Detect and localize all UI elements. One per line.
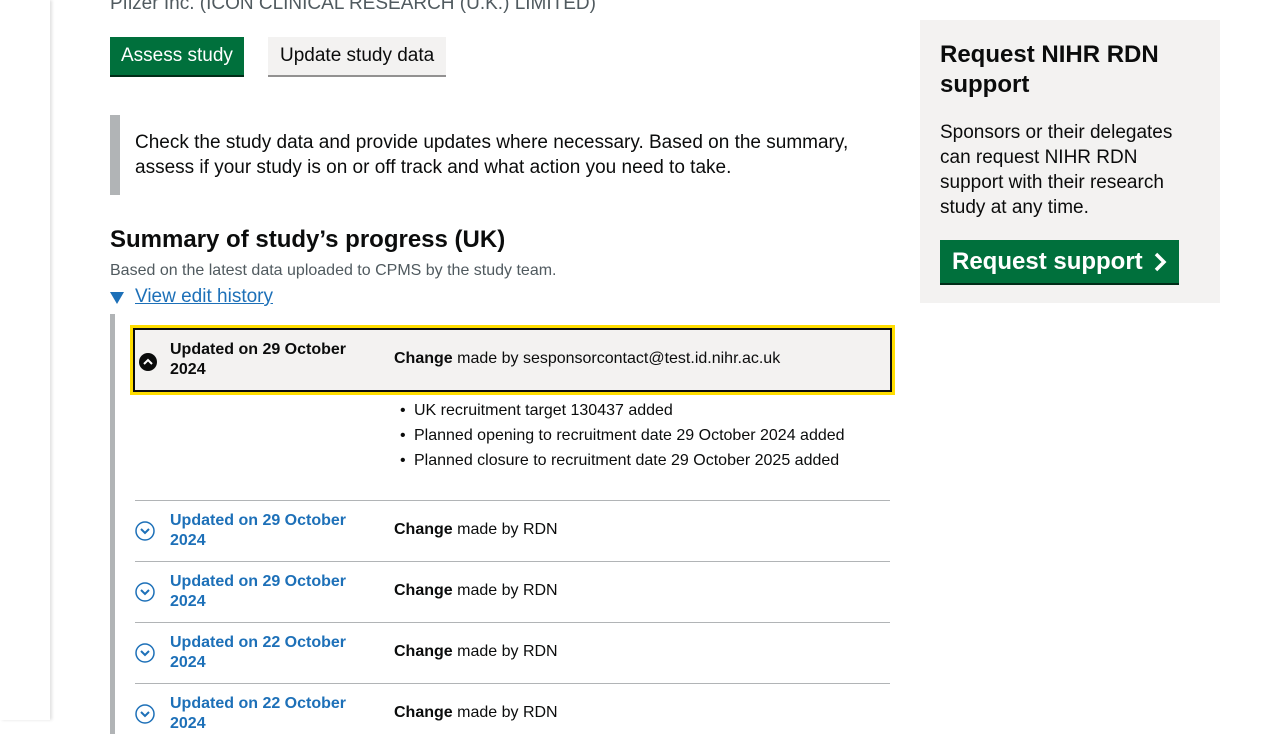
change-label: Change [394, 582, 453, 599]
history-entry-date[interactable]: Updated on 22 October 2024 [170, 694, 370, 734]
change-item: Planned closure to recruitment date 29 O… [400, 448, 845, 473]
change-label: Change [394, 521, 453, 538]
history-entry-change: Change made by RDN [394, 704, 558, 722]
view-edit-history-toggle[interactable]: View edit history [110, 286, 273, 308]
history-entry-change: Change made by RDN [394, 521, 558, 539]
history-entry[interactable]: Updated on 29 October 2024 Change made b… [135, 500, 890, 562]
changes-list: UK recruitment target 130437 added Plann… [400, 398, 845, 473]
history-entry-date[interactable]: Updated on 29 October 2024 [170, 572, 370, 612]
change-made-by: made by sesponsorcontact@test.id.nihr.ac… [457, 350, 781, 367]
change-made-by: made by RDN [457, 521, 558, 538]
chevron-down-circle-icon [135, 582, 155, 602]
chevron-up-circle-icon [139, 353, 157, 371]
chevron-right-icon [1154, 252, 1167, 271]
change-made-by: made by RDN [457, 582, 558, 599]
history-entry-date[interactable]: Updated on 29 October 2024 [170, 511, 370, 551]
panel-body: Sponsors or their delegates can request … [940, 122, 1173, 218]
chevron-down-circle-icon [135, 643, 155, 663]
history-entry-change: Change made by RDN [394, 643, 558, 661]
panel-title: Request NIHR RDN support [940, 41, 1159, 98]
change-item: UK recruitment target 130437 added [400, 398, 845, 423]
inset-text: Check the study data and provide updates… [110, 115, 860, 195]
change-made-by: made by RDN [457, 643, 558, 660]
update-study-data-button[interactable]: Update study data [268, 37, 447, 75]
change-label: Change [394, 704, 453, 721]
change-item: Planned opening to recruitment date 29 O… [400, 423, 845, 448]
history-entry-open[interactable]: Updated on 29 October 2024 Change made b… [130, 325, 895, 395]
history-entry-change: Change made by sesponsorcontact@test.id.… [394, 350, 780, 368]
history-entry[interactable]: Updated on 29 October 2024 Change made b… [135, 561, 890, 623]
history-border [110, 314, 115, 734]
view-edit-history-link[interactable]: View edit history [135, 286, 273, 308]
assess-study-button[interactable]: Assess study [110, 37, 244, 75]
triangle-down-icon [110, 292, 124, 304]
history-entry-date: Updated on 29 October 2024 [170, 341, 347, 378]
request-support-panel: Request NIHR RDN support Sponsors or the… [920, 20, 1220, 303]
summary-hint: Based on the latest data uploaded to CPM… [110, 262, 557, 279]
chevron-down-circle-icon [135, 521, 155, 541]
history-entry-date[interactable]: Updated on 22 October 2024 [170, 633, 370, 673]
chevron-down-circle-icon [135, 704, 155, 724]
sponsor-line: Pfizer Inc. (ICON CLINICAL RESEARCH (U.K… [110, 0, 596, 14]
request-support-button[interactable]: Request support [940, 240, 1179, 283]
change-made-by: made by RDN [457, 704, 558, 721]
side-border [0, 0, 50, 720]
request-support-label: Request support [952, 247, 1143, 275]
change-label: Change [394, 350, 453, 367]
change-label: Change [394, 643, 453, 660]
history-entry[interactable]: Updated on 22 October 2024 Change made b… [135, 622, 890, 684]
history-entry[interactable]: Updated on 22 October 2024 Change made b… [135, 683, 890, 745]
summary-title: Summary of study’s progress (UK) [110, 226, 506, 253]
history-entry-change: Change made by RDN [394, 582, 558, 600]
